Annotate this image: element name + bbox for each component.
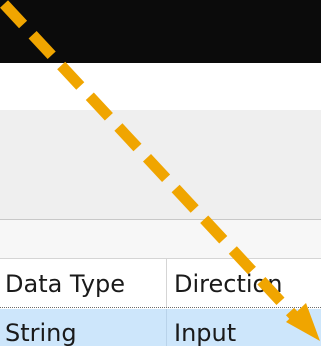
- annotation-arrow: [0, 0, 320, 341]
- arrow-shaft: [0, 0, 301, 322]
- arrowhead: [286, 303, 320, 341]
